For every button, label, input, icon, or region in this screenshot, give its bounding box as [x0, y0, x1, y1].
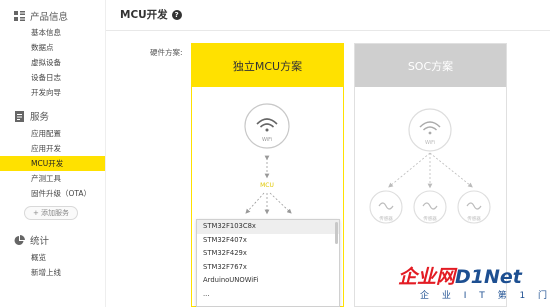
page-title: MCU开发 ?: [120, 7, 182, 22]
help-icon[interactable]: ?: [171, 9, 182, 20]
watermark-subtitle: 企 业 I T 第 1 门 户: [420, 291, 550, 301]
watermark-logo: 企业网D1Net 企 业 I T 第 1 门 户: [398, 262, 550, 301]
sidebar-item-app-config[interactable]: 应用配置: [0, 126, 105, 141]
hardware-scheme-label: 硬件方案:: [150, 48, 183, 57]
dropdown-option[interactable]: STM32F103C8x: [197, 220, 339, 234]
section-product-info: 产品信息: [14, 9, 68, 23]
sidebar-item-test-tool[interactable]: 产测工具: [0, 171, 105, 186]
sidebar-item-virtual-device[interactable]: 虚拟设备: [0, 55, 105, 70]
watermark-text-red: 企业网: [398, 266, 456, 288]
sidebar-item-datapoints[interactable]: 数据点: [0, 40, 105, 55]
watermark-text-blue: D1Net: [455, 266, 522, 288]
dropdown-option[interactable]: ...: [197, 288, 339, 302]
section-title: 统计: [30, 236, 50, 247]
sidebar: 产品信息 基本信息 数据点 虚拟设备 设备日志 开发向导 服务 应用配置 应用开…: [0, 0, 106, 307]
section-title: 服务: [30, 112, 50, 123]
page-title-text: MCU开发: [120, 9, 168, 21]
dropdown-option[interactable]: STM32F429x: [197, 247, 339, 261]
sidebar-item-device-log[interactable]: 设备日志: [0, 70, 105, 85]
section-services: 服务: [14, 109, 49, 123]
soc-scheme-title: SOC方案: [355, 44, 506, 87]
mcu-scheme-title: 独立MCU方案: [192, 44, 343, 87]
grid-icon: [14, 10, 25, 22]
sidebar-item-ota[interactable]: 固件升级（OTA）: [0, 186, 105, 201]
dropdown-option[interactable]: ArduinoUNOWiFi: [197, 274, 339, 288]
sidebar-item-overview[interactable]: 概览: [0, 250, 105, 265]
section-statistics: 统计: [14, 233, 49, 247]
mcu-model-dropdown[interactable]: STM32F103C8x STM32F407x STM32F429x STM32…: [196, 219, 340, 307]
divider: [106, 30, 550, 31]
section-title: 产品信息: [30, 12, 69, 23]
sidebar-item-dev-guide[interactable]: 开发向导: [0, 85, 105, 100]
sidebar-item-app-dev[interactable]: 应用开发: [0, 141, 105, 156]
document-icon: [14, 110, 25, 122]
sidebar-item-new-online[interactable]: 新增上线: [0, 265, 105, 280]
sidebar-item-basic-info[interactable]: 基本信息: [0, 25, 105, 40]
dropdown-scrollbar[interactable]: [335, 222, 338, 244]
pie-chart-icon: [14, 234, 25, 246]
add-service-button[interactable]: + 添加服务: [24, 206, 78, 220]
dropdown-option[interactable]: STM32F407x: [197, 234, 339, 248]
sidebar-item-mcu-dev[interactable]: MCU开发: [0, 156, 105, 171]
dropdown-option[interactable]: STM32F767x: [197, 261, 339, 275]
